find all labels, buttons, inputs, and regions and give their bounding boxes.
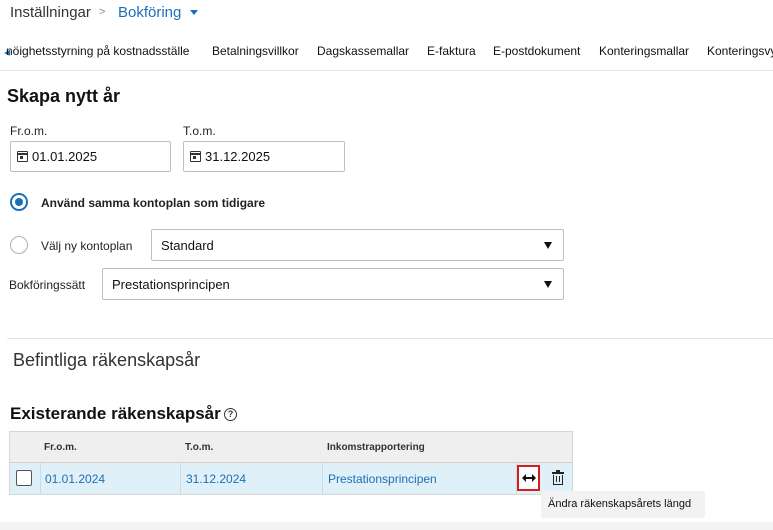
- tab-betalningsvillkor[interactable]: Betalningsvillkor: [212, 44, 299, 58]
- row-to-date[interactable]: 31.12.2024: [186, 472, 246, 486]
- from-label: Fr.o.m.: [10, 124, 48, 138]
- calendar-icon[interactable]: [190, 151, 201, 162]
- radio-new-kontoplan[interactable]: [10, 236, 28, 254]
- tab-dagskassemallar[interactable]: Dagskassemallar: [317, 44, 409, 58]
- method-select[interactable]: Prestationsprincipen: [102, 268, 564, 300]
- calendar-icon[interactable]: [17, 151, 28, 162]
- existing-years-title: Existerande räkenskapsår: [10, 404, 221, 423]
- settings-tabs: ◂ nöighetsstyrning på kostnadsställe Bet…: [0, 33, 773, 71]
- trash-icon-can: [553, 475, 563, 485]
- table-header: Fr.o.m. T.o.m. Inkomstrapportering: [10, 432, 572, 463]
- column-header-to[interactable]: T.o.m.: [185, 442, 213, 453]
- breadcrumb-current[interactable]: Bokföring: [118, 4, 181, 21]
- breadcrumb-root[interactable]: Inställningar: [10, 4, 91, 21]
- column-header-reporting[interactable]: Inkomstrapportering: [327, 442, 425, 453]
- cell-divider: [322, 463, 323, 494]
- trash-icon-lid: [552, 472, 564, 474]
- existing-years-table: Fr.o.m. T.o.m. Inkomstrapportering 01.01…: [9, 431, 573, 495]
- help-icon[interactable]: ?: [224, 408, 237, 421]
- tab-konteringsmallar[interactable]: Konteringsmallar: [599, 44, 689, 58]
- chevron-down-icon: [544, 281, 552, 288]
- column-header-from[interactable]: Fr.o.m.: [44, 442, 77, 453]
- top-bar: Inställningar > Bokföring: [0, 0, 773, 30]
- change-year-length-button[interactable]: [517, 465, 540, 491]
- bottom-strip: [0, 522, 773, 530]
- tab-konteringsvy[interactable]: Konteringsvy: [707, 44, 773, 58]
- to-date-field[interactable]: 31.12.2025: [183, 141, 345, 172]
- radio-same-kontoplan[interactable]: [10, 193, 28, 211]
- method-select-value: Prestationsprincipen: [112, 277, 230, 292]
- cell-divider: [180, 463, 181, 494]
- from-date-field[interactable]: 01.01.2025: [10, 141, 171, 172]
- tab-e-postdokument[interactable]: E-postdokument: [493, 44, 580, 58]
- radio-new-kontoplan-label: Välj ny kontoplan: [41, 239, 133, 253]
- section-divider: [7, 338, 773, 339]
- from-date-value: 01.01.2025: [32, 149, 98, 164]
- resize-icon-right: [532, 474, 536, 482]
- radio-same-kontoplan-label: Använd samma kontoplan som tidigare: [41, 196, 266, 210]
- existing-years-section-title: Befintliga räkenskapsår: [13, 350, 201, 370]
- kontoplan-select-value: Standard: [161, 238, 214, 253]
- method-label: Bokföringssätt: [9, 278, 86, 292]
- table-row[interactable]: 01.01.2024 31.12.2024 Prestationsprincip…: [10, 463, 572, 494]
- row-from-date[interactable]: 01.01.2024: [45, 472, 105, 486]
- cell-divider: [40, 463, 41, 494]
- chevron-down-icon: [544, 242, 552, 249]
- chevron-down-icon[interactable]: [190, 10, 198, 15]
- row-checkbox[interactable]: [16, 470, 32, 486]
- row-reporting[interactable]: Prestationsprincipen: [328, 472, 437, 486]
- to-date-value: 31.12.2025: [205, 149, 271, 164]
- breadcrumb-separator: >: [99, 6, 106, 18]
- to-label: T.o.m.: [183, 124, 216, 138]
- trash-icon[interactable]: [552, 470, 564, 485]
- create-year-title: Skapa nytt år: [7, 86, 121, 106]
- tooltip: Ändra räkenskapsårets längd: [541, 491, 705, 518]
- tab-e-faktura[interactable]: E-faktura: [427, 44, 476, 58]
- tab-behorighetsstyrning[interactable]: nöighetsstyrning på kostnadsställe: [6, 44, 189, 58]
- kontoplan-select[interactable]: Standard: [151, 229, 564, 261]
